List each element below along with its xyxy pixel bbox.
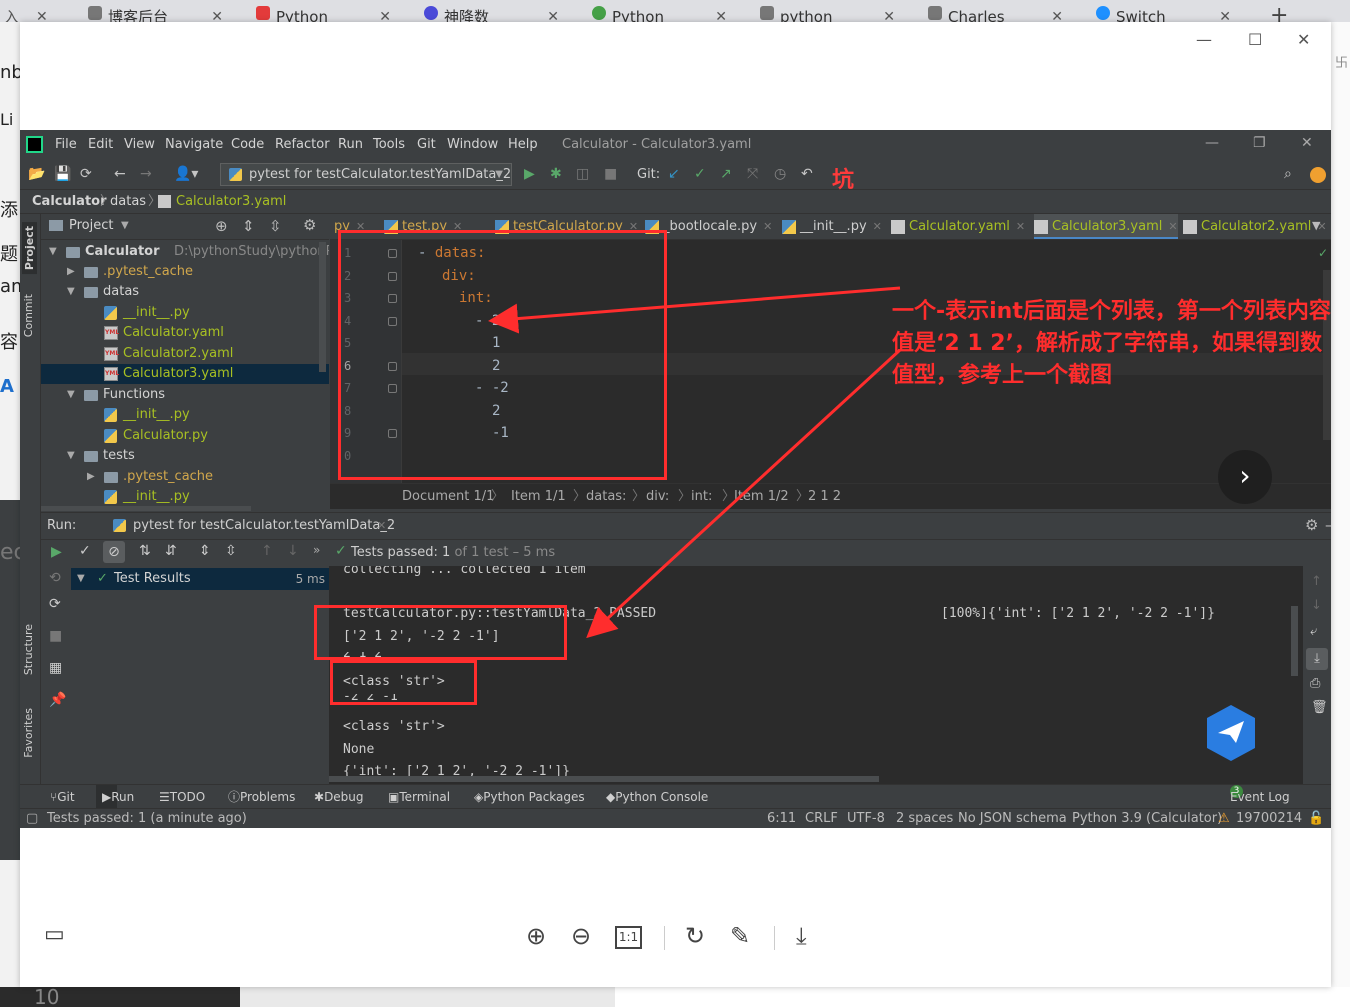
zoom-in-icon[interactable]: ⊕	[526, 922, 546, 950]
annotation-arrows	[488, 286, 902, 639]
actual-size-icon[interactable]: 1:1	[615, 926, 642, 949]
annotation-text: 一个-表示int后面是个列表，第一个列表内容值是‘2 1 2’，解析成了字符串，…	[892, 299, 1331, 388]
toolbar-divider	[774, 926, 775, 950]
rotate-icon[interactable]: ↻	[685, 922, 705, 950]
annotation-arrow	[586, 348, 902, 639]
app-logo-icon	[1207, 705, 1255, 761]
zoom-out-icon[interactable]: ⊖	[571, 922, 591, 950]
toolbar-divider	[664, 926, 665, 950]
layout-icon[interactable]: ▭	[44, 922, 65, 947]
download-icon[interactable]: ⤓	[796, 922, 807, 950]
edit-icon[interactable]: ✎	[730, 922, 750, 950]
annotation-arrow	[488, 286, 901, 334]
next-image-button[interactable]: ›	[1218, 450, 1272, 504]
